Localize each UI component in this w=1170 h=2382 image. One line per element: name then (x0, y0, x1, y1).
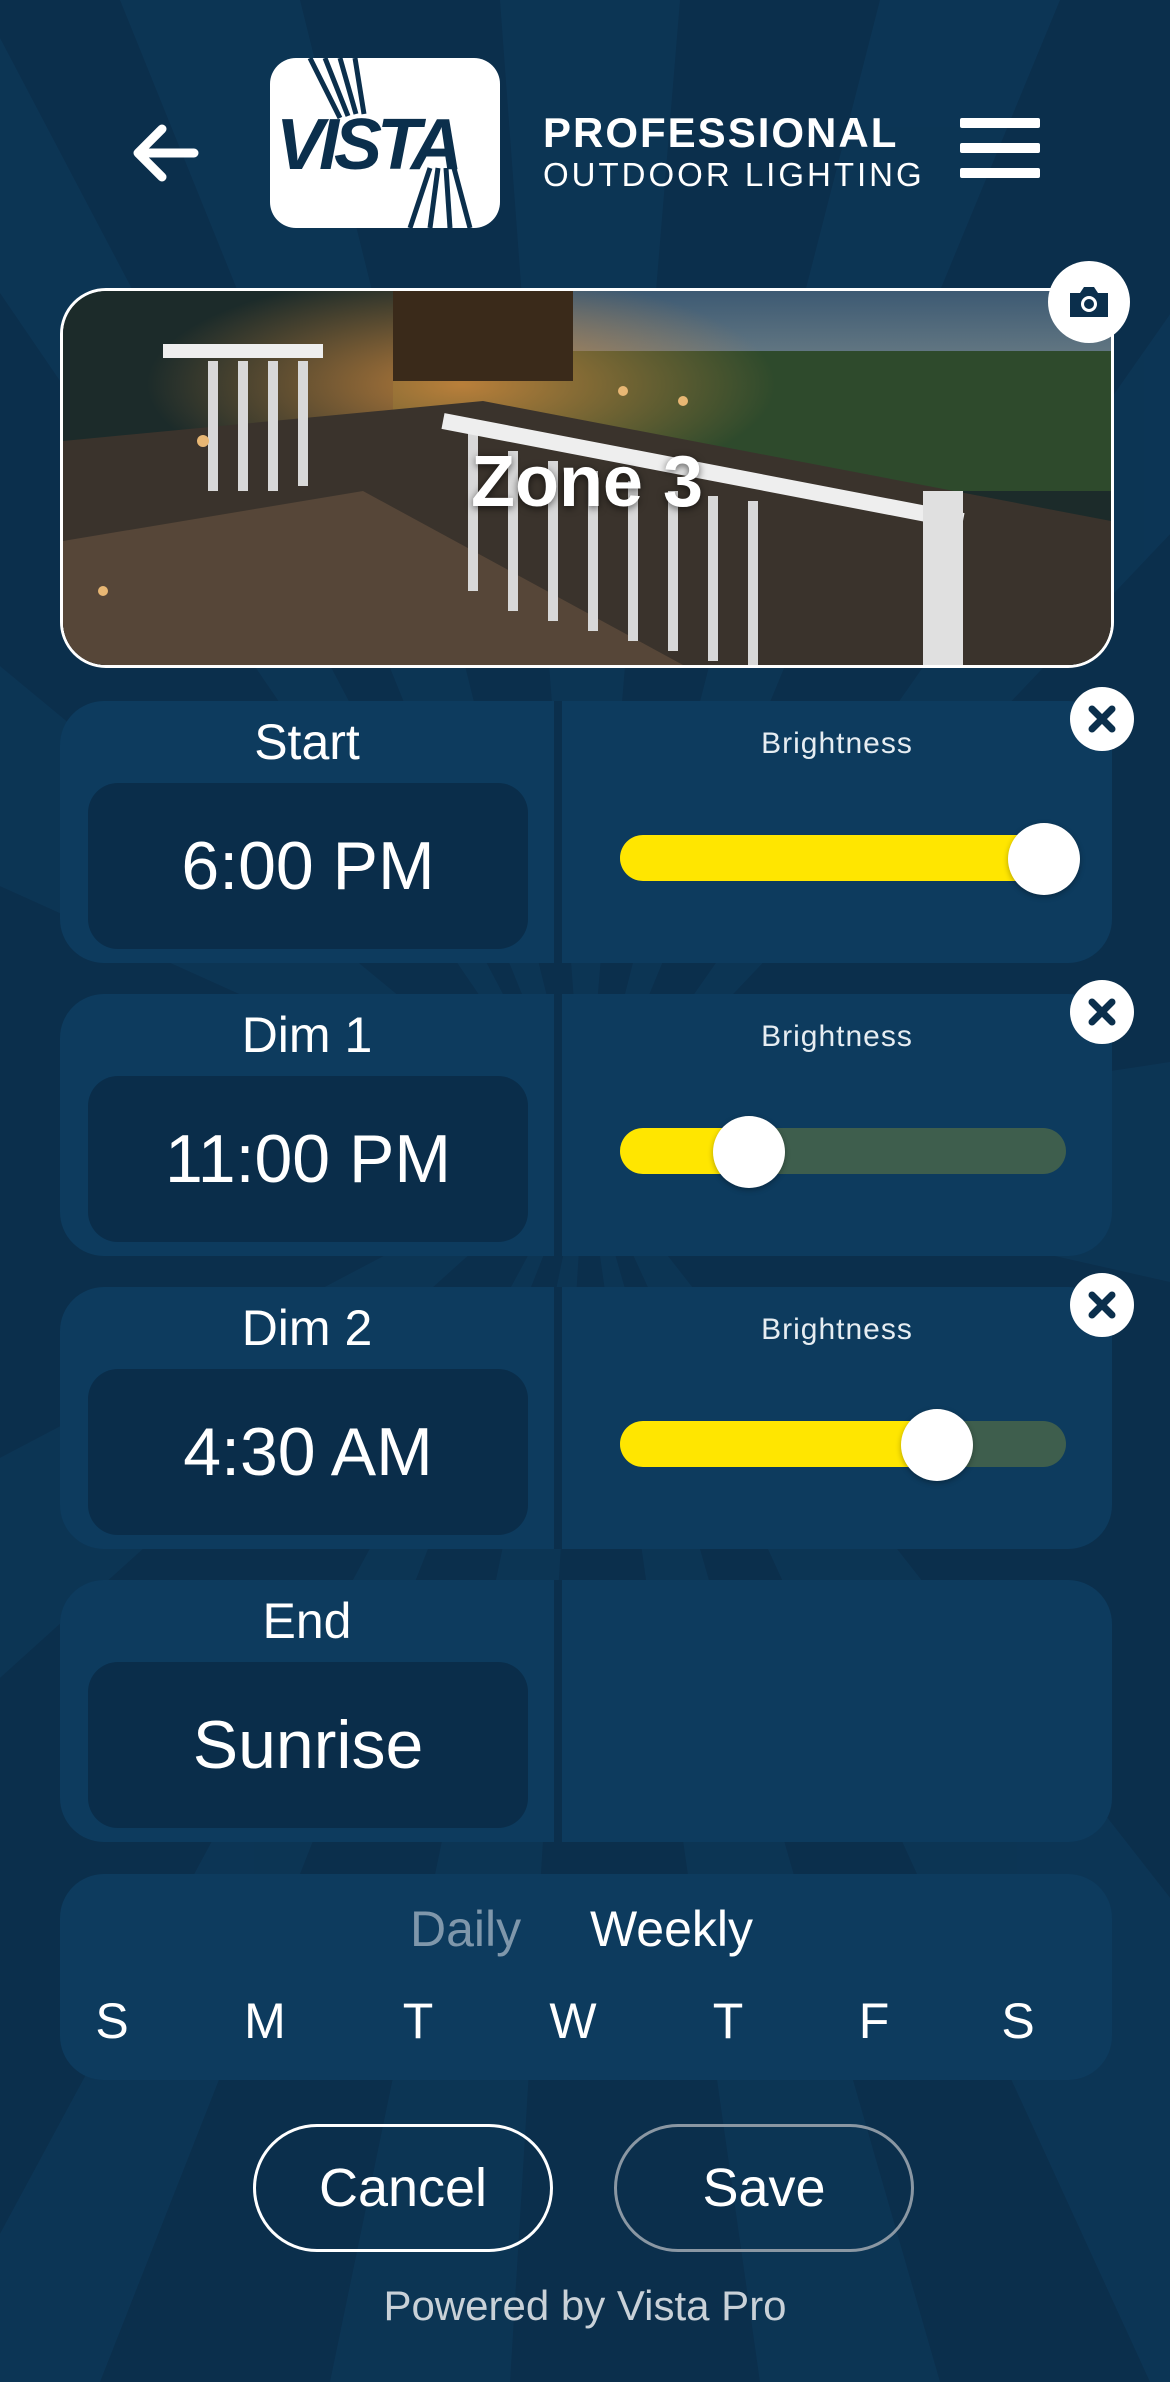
divider (554, 701, 562, 963)
time-picker[interactable]: 11:00 PM (88, 1076, 528, 1242)
brightness-label: Brightness (761, 727, 913, 760)
day-saturday[interactable]: S (978, 1992, 1058, 2050)
brightness-label: Brightness (761, 1020, 913, 1053)
zone-photo-card[interactable]: Zone 3 (60, 288, 1114, 668)
schedule-row-start: Start 6:00 PM Brightness (60, 701, 1112, 963)
time-cell: Dim 2 4:30 AM (60, 1287, 554, 1549)
slider-fill (620, 1421, 937, 1467)
row-label: Start (254, 714, 360, 770)
row-label: End (262, 1593, 352, 1649)
arrow-left-icon (133, 124, 199, 182)
day-friday[interactable]: F (834, 1992, 914, 2050)
remove-dim-1-button[interactable] (1070, 980, 1134, 1044)
tab-weekly[interactable]: Weekly (590, 1900, 753, 1958)
back-button[interactable] (120, 108, 210, 198)
logo-line-professional: PROFESSIONAL (543, 109, 899, 156)
slider-knob[interactable] (900, 1409, 973, 1481)
brightness-slider[interactable] (620, 1409, 1066, 1481)
close-icon (1088, 998, 1116, 1026)
vista-logo: VISTA (270, 58, 500, 228)
cancel-button[interactable]: Cancel (253, 2124, 553, 2252)
brightness-label: Brightness (761, 1313, 913, 1346)
slider-knob[interactable] (1007, 823, 1080, 895)
day-monday[interactable]: M (225, 1992, 305, 2050)
logo-tagline: PROFESSIONAL OUTDOOR LIGHTING (543, 109, 925, 193)
brightness-slider[interactable] (620, 823, 1080, 895)
day-tuesday[interactable]: T (378, 1992, 458, 2050)
day-sunday[interactable]: S (72, 1992, 152, 2050)
divider (554, 1580, 562, 1842)
frequency-card: Daily Weekly S M T W T F S (60, 1874, 1112, 2080)
logo-word: VISTA (276, 105, 463, 185)
schedule-row-dim-2: Dim 2 4:30 AM Brightness (60, 1287, 1112, 1549)
camera-button[interactable] (1048, 261, 1130, 343)
zone-title: Zone 3 (470, 442, 704, 522)
tab-daily[interactable]: Daily (410, 1900, 521, 1958)
time-picker[interactable]: 4:30 AM (88, 1369, 528, 1535)
schedule-row-end: End Sunrise (60, 1580, 1112, 1842)
close-icon (1088, 705, 1116, 733)
hamburger-menu-icon[interactable] (960, 118, 1040, 186)
logo-line-outdoor-lighting: OUTDOOR LIGHTING (543, 156, 925, 193)
slider-knob[interactable] (713, 1116, 786, 1188)
divider (554, 994, 562, 1256)
divider (554, 1287, 562, 1549)
time-cell: End Sunrise (60, 1580, 554, 1842)
time-cell: Start 6:00 PM (60, 701, 554, 963)
brightness-slider[interactable] (620, 1116, 1066, 1188)
day-wednesday[interactable]: W (533, 1992, 613, 2050)
remove-dim-2-button[interactable] (1070, 1273, 1134, 1337)
time-cell: Dim 1 11:00 PM (60, 994, 554, 1256)
footer-text: Powered by Vista Pro (383, 2282, 787, 2329)
day-thursday[interactable]: T (688, 1992, 768, 2050)
close-icon (1088, 1291, 1116, 1319)
save-button[interactable]: Save (614, 2124, 914, 2252)
row-label: Dim 1 (241, 1007, 373, 1063)
time-picker[interactable]: 6:00 PM (88, 783, 528, 949)
camera-icon (1070, 287, 1108, 317)
time-picker[interactable]: Sunrise (88, 1662, 528, 1828)
row-label: Dim 2 (241, 1300, 373, 1356)
schedule-screen: VISTA PROFESSIONAL OUTDOOR LIGHTING Zone… (0, 0, 1170, 2382)
schedule-row-dim-1: Dim 1 11:00 PM Brightness (60, 994, 1112, 1256)
remove-start-button[interactable] (1070, 687, 1134, 751)
slider-fill (620, 835, 1044, 881)
